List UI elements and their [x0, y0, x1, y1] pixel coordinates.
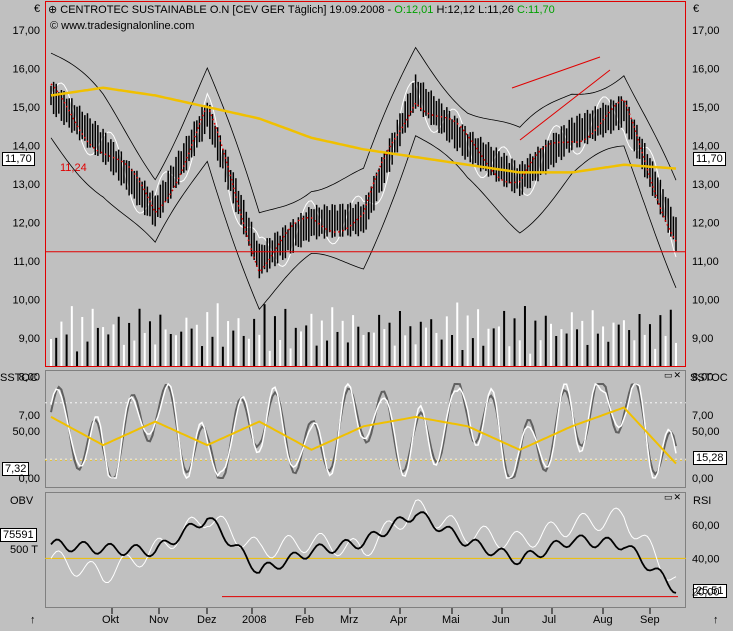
price-tick-left: 14,00: [12, 141, 40, 153]
price-tick-left: 15,00: [12, 102, 40, 114]
price-tick-left: 17,00: [12, 25, 40, 37]
price-tick-left: 12,00: [12, 218, 40, 230]
price-tick-left: 16,00: [12, 64, 40, 76]
ma-dots: [50, 83, 677, 274]
price-tick-right: 7,00: [692, 410, 713, 422]
scroll-up-arrow-right[interactable]: ↑: [713, 614, 719, 626]
price-tick-left: 11,00: [13, 256, 40, 268]
chart-svg: 17,00 17,00 16,00 16,00 15,00 15,00 14,00 14,00…: [12, 25, 720, 614]
white-indicator-line: [50, 80, 677, 267]
price-tick-left: 9,00: [19, 333, 40, 345]
price-tick-right: 14,00: [692, 141, 720, 153]
stoch-tick-right: 0,00: [692, 473, 713, 485]
x-axis-label: Apr: [390, 614, 408, 626]
stoch-tick-left: 0,00: [19, 473, 40, 485]
x-axis-label: Nov: [149, 614, 169, 626]
x-axis-label: Mrz: [340, 614, 359, 626]
rsi-tick-right: 20,00: [692, 587, 720, 599]
price-tick-right: 15,00: [692, 102, 720, 114]
price-tick-right: 16,00: [692, 64, 720, 76]
price-tick-right: 11,00: [692, 256, 719, 268]
price-tick-left: 13,00: [12, 179, 40, 191]
price-tick-left: 7,00: [19, 410, 40, 422]
rsi-tick-right: 40,00: [692, 553, 720, 565]
rsi-tick-right: 60,00: [692, 520, 720, 532]
price-tick-left: 10,00: [12, 295, 40, 307]
price-tick-right: 9,00: [692, 333, 713, 345]
stoch-tick-right: 50,00: [692, 426, 720, 438]
x-axis-label: Okt: [102, 614, 120, 626]
price-tick-right: 17,00: [692, 25, 720, 37]
price-tick-right: 10,00: [692, 295, 720, 307]
x-axis-label: Sep: [640, 614, 660, 626]
x-axis-label: Aug: [593, 614, 613, 626]
price-tick-left: 8,00: [19, 372, 40, 384]
x-axis-label: 2008: [242, 614, 267, 626]
price-tick-right: 13,00: [692, 179, 720, 191]
x-axis-label: Mai: [442, 614, 460, 626]
rsi-line: [50, 499, 677, 583]
stoch-tick-left: 50,00: [12, 426, 40, 438]
stoch-white-line: [50, 382, 677, 480]
scroll-up-arrow-left[interactable]: ↑: [30, 614, 36, 626]
x-axis-label: Jul: [542, 614, 557, 626]
trendline-upper: [511, 56, 601, 89]
x-axis-label: Jun: [492, 614, 510, 626]
price-tick-right: 8,00: [692, 372, 713, 384]
x-axis-label: Dez: [197, 614, 217, 626]
price-tick-right: 12,00: [692, 218, 720, 230]
x-axis-label: Feb: [295, 614, 314, 626]
